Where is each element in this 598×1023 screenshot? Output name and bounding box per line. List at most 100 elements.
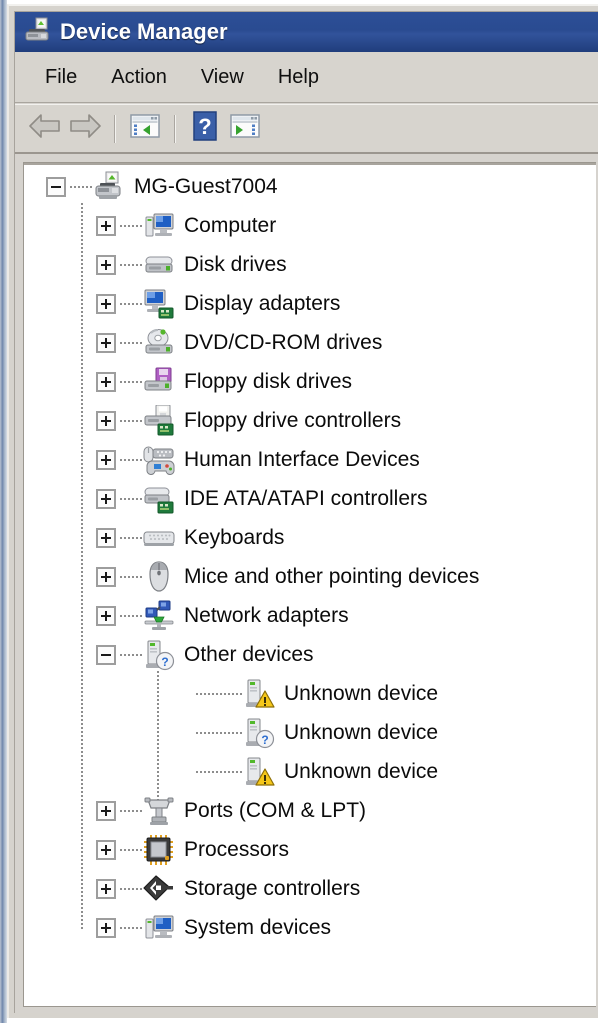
expand-toggle-dvd-cdrom[interactable] [96, 332, 116, 353]
ide-controller-icon [142, 482, 176, 516]
device-manager-window: Device Manager File Action View Help ? M… [7, 4, 598, 1018]
computer-host-icon [92, 170, 126, 204]
tree-item-label: MG-Guest7004 [134, 175, 278, 198]
expand-toggle-system-devices[interactable] [96, 917, 116, 938]
tree-item-other-devices[interactable]: ? Other devices [24, 635, 596, 674]
back-button[interactable] [25, 110, 65, 148]
tree-item-system-devices[interactable]: System devices [24, 908, 596, 947]
tree-item-label: Disk drives [184, 253, 287, 276]
tree-item-human-interface-devices[interactable]: Human Interface Devices [24, 440, 596, 479]
tree-connector [120, 497, 142, 500]
tree-item-floppy-drive-controllers[interactable]: Floppy drive controllers [24, 401, 596, 440]
tree-item-computer[interactable]: Computer [24, 206, 596, 245]
storage-controller-icon [142, 872, 176, 906]
expand-toggle-ports[interactable] [96, 800, 116, 821]
tree-connector [120, 380, 142, 383]
tree-item-label: Other devices [184, 643, 314, 666]
other-device-icon: ? [142, 638, 176, 672]
expand-toggle-network-adapters[interactable] [96, 605, 116, 626]
display-adapter-icon [142, 287, 176, 321]
tree-item-dvd-cdrom-drives[interactable]: DVD/CD-ROM drives [24, 323, 596, 362]
tree-connector [120, 809, 142, 812]
help-button[interactable]: ? [185, 110, 225, 148]
toolbar-separator-1 [114, 114, 116, 143]
tree-connector [120, 926, 142, 929]
menu-help[interactable]: Help [266, 63, 331, 92]
title-bar: Device Manager [15, 12, 598, 52]
tree-connector [120, 536, 142, 539]
svg-text:?: ? [261, 733, 268, 747]
tree-connector [120, 575, 142, 578]
tree-item-mice-and-other-pointing-devices[interactable]: Mice and other pointing devices [24, 557, 596, 596]
tree-item-processors[interactable]: Processors [24, 830, 596, 869]
keyboard-icon [142, 521, 176, 555]
tree-item-unknown-device-1[interactable]: Unknown device [24, 674, 596, 713]
tree-connector [120, 458, 142, 461]
tree-connector [120, 887, 142, 890]
expand-toggle-floppy-controllers[interactable] [96, 410, 116, 431]
tree-item-unknown-device-3[interactable]: Unknown device [24, 752, 596, 791]
tree-item-label: DVD/CD-ROM drives [184, 331, 383, 354]
processor-icon [142, 833, 176, 867]
port-icon [142, 794, 176, 828]
device-tree-pane[interactable]: MG-Guest7004 Computer Disk drives Displa… [23, 162, 596, 1007]
expand-toggle-computer[interactable] [96, 215, 116, 236]
unknown-device-question-icon: ? [242, 716, 276, 750]
tree-connector [120, 341, 142, 344]
toolbar-separator-2 [174, 114, 176, 143]
expand-toggle-storage-controllers[interactable] [96, 878, 116, 899]
show-console-tree-icon [130, 113, 160, 144]
properties-button[interactable] [225, 110, 265, 148]
tree-item-label: Mice and other pointing devices [184, 565, 480, 588]
expand-toggle-keyboards[interactable] [96, 527, 116, 548]
show-hide-tree-button[interactable] [125, 110, 165, 148]
expand-toggle-mice[interactable] [96, 566, 116, 587]
expand-toggle-root[interactable] [46, 176, 66, 197]
menu-action[interactable]: Action [99, 63, 179, 92]
tree-item-unknown-device-2[interactable]: ? Unknown device [24, 713, 596, 752]
tree-item-floppy-disk-drives[interactable]: Floppy disk drives [24, 362, 596, 401]
tree-item-label: Display adapters [184, 292, 341, 315]
expand-toggle-hid[interactable] [96, 449, 116, 470]
menu-view[interactable]: View [189, 63, 256, 92]
tree-item-display-adapters[interactable]: Display adapters [24, 284, 596, 323]
tree-item-label: Unknown device [284, 760, 439, 783]
tree-item-storage-controllers[interactable]: Storage controllers [24, 869, 596, 908]
forward-button[interactable] [65, 110, 105, 148]
toolbar: ? [15, 104, 598, 154]
tree-connector [120, 302, 142, 305]
help-question-icon: ? [193, 111, 217, 146]
tree-connector [120, 224, 142, 227]
tree-connector [196, 731, 242, 734]
computer-icon [142, 209, 176, 243]
tree-item-ide-ata-atapi-controllers[interactable]: IDE ATA/ATAPI controllers [24, 479, 596, 518]
window-title: Device Manager [60, 19, 228, 44]
collapse-toggle-other-devices[interactable] [96, 644, 116, 665]
svg-text:?: ? [198, 114, 211, 139]
expand-toggle-floppy-disk-drives[interactable] [96, 371, 116, 392]
tree-item-mg-guest7004[interactable]: MG-Guest7004 [24, 167, 596, 206]
svg-text:?: ? [161, 655, 168, 669]
tree-item-label: IDE ATA/ATAPI controllers [184, 487, 428, 510]
tree-connector [120, 263, 142, 266]
menu-file[interactable]: File [33, 63, 89, 92]
expand-toggle-display-adapters[interactable] [96, 293, 116, 314]
tree-item-disk-drives[interactable]: Disk drives [24, 245, 596, 284]
expand-toggle-disk-drives[interactable] [96, 254, 116, 275]
floppy-disk-drive-icon [142, 365, 176, 399]
tree-item-keyboards[interactable]: Keyboards [24, 518, 596, 557]
tree-item-label: System devices [184, 916, 332, 939]
device-manager-icon [25, 17, 51, 48]
tree-item-label: Unknown device [284, 721, 439, 744]
tree-item-ports[interactable]: Ports (COM & LPT) [24, 791, 596, 830]
tree-connector [70, 185, 92, 188]
tree-item-label: Storage controllers [184, 877, 361, 900]
tree-item-network-adapters[interactable]: Network adapters [24, 596, 596, 635]
desktop-left-edge [0, 0, 7, 1023]
tree-item-label: Ports (COM & LPT) [184, 799, 367, 822]
tree-connector [196, 692, 242, 695]
expand-toggle-ide[interactable] [96, 488, 116, 509]
expand-toggle-processors[interactable] [96, 839, 116, 860]
tree-item-label: Keyboards [184, 526, 285, 549]
system-device-icon [142, 911, 176, 945]
